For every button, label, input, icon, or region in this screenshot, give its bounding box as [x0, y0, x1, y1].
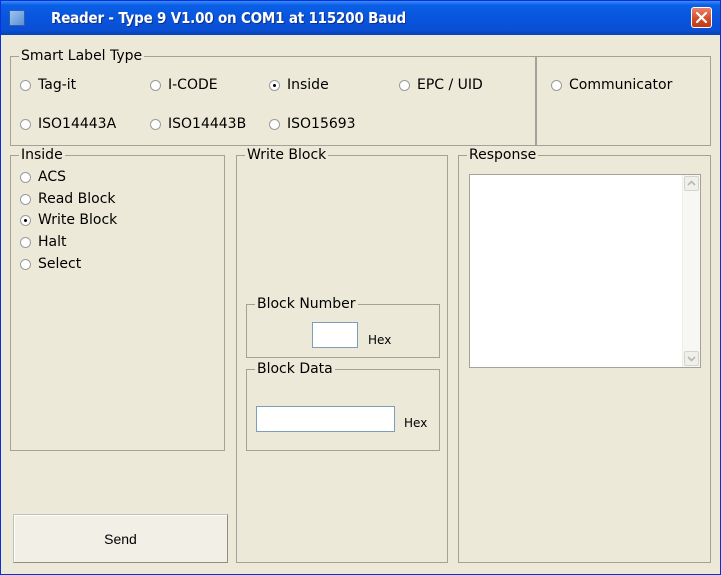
radio-indicator	[20, 236, 31, 248]
radio-iso14443b[interactable]: ISO14443B	[150, 116, 246, 132]
inside-group: Inside ACS Read Block Write Block Halt S…	[10, 147, 225, 451]
chevron-up-icon	[687, 180, 696, 186]
response-legend: Response	[467, 147, 539, 163]
block-data-unit: Hex	[404, 416, 428, 430]
block-data-group: Block Data Hex	[246, 361, 440, 451]
radio-select[interactable]: Select	[20, 256, 81, 272]
radio-read-block[interactable]: Read Block	[20, 191, 116, 207]
radio-indicator	[399, 79, 410, 91]
title-bar[interactable]: Reader - Type 9 V1.00 on COM1 at 115200 …	[1, 1, 720, 35]
radio-label: Select	[38, 256, 82, 272]
radio-epc-uid[interactable]: EPC / UID	[399, 77, 483, 93]
response-group: Response	[458, 147, 711, 563]
radio-indicator	[269, 118, 280, 130]
app-window: Reader - Type 9 V1.00 on COM1 at 115200 …	[0, 0, 721, 575]
radio-indicator	[20, 171, 31, 183]
radio-label: Tag-it	[38, 77, 77, 93]
radio-tag-it[interactable]: Tag-it	[20, 77, 76, 93]
write-block-legend: Write Block	[245, 147, 329, 163]
radio-communicator[interactable]: Communicator	[551, 77, 672, 93]
radio-label: I-CODE	[168, 77, 218, 93]
response-scrollbar[interactable]	[682, 175, 700, 367]
radio-indicator	[150, 118, 161, 130]
smart-label-type-group: Smart Label Type Tag-it I-CODE Inside EP…	[10, 48, 536, 146]
radio-label: Inside	[287, 77, 329, 93]
scroll-up-button[interactable]	[684, 176, 699, 191]
block-data-input[interactable]	[256, 406, 395, 432]
close-icon	[695, 11, 708, 24]
block-number-legend: Block Number	[255, 296, 358, 312]
write-block-group: Write Block Block Number Hex Block Data …	[236, 147, 448, 563]
radio-indicator	[551, 79, 562, 91]
radio-indicator	[150, 79, 161, 91]
block-number-unit: Hex	[368, 333, 392, 347]
inside-legend: Inside	[19, 147, 65, 163]
smart-label-type-legend: Smart Label Type	[19, 48, 145, 64]
chevron-down-icon	[687, 356, 696, 362]
radio-halt[interactable]: Halt	[20, 234, 67, 250]
radio-i-code[interactable]: I-CODE	[150, 77, 218, 93]
radio-label: EPC / UID	[417, 77, 483, 93]
communicator-group: Communicator	[536, 56, 711, 146]
radio-indicator	[20, 258, 31, 270]
client-area: Smart Label Type Tag-it I-CODE Inside EP…	[4, 35, 717, 573]
close-button[interactable]	[691, 7, 712, 28]
radio-indicator	[20, 118, 31, 130]
response-textarea[interactable]	[469, 174, 701, 368]
radio-iso15693[interactable]: ISO15693	[269, 116, 356, 132]
radio-label: ACS	[38, 169, 66, 185]
radio-label: ISO14443B	[168, 116, 247, 132]
block-data-legend: Block Data	[255, 361, 335, 377]
radio-label: Read Block	[38, 191, 116, 207]
scroll-down-button[interactable]	[684, 351, 699, 366]
window-title: Reader - Type 9 V1.00 on COM1 at 115200 …	[51, 9, 406, 27]
radio-write-block[interactable]: Write Block	[20, 212, 117, 228]
send-button[interactable]: Send	[13, 514, 228, 563]
radio-label: Halt	[38, 234, 67, 250]
block-number-input[interactable]	[312, 322, 358, 348]
radio-iso14443a[interactable]: ISO14443A	[20, 116, 116, 132]
radio-indicator	[20, 79, 31, 91]
radio-label: ISO15693	[287, 116, 356, 132]
app-icon	[9, 10, 25, 26]
radio-indicator	[269, 79, 280, 91]
radio-indicator	[20, 193, 31, 205]
radio-label: Write Block	[38, 212, 118, 228]
radio-label: ISO14443A	[38, 116, 117, 132]
radio-inside[interactable]: Inside	[269, 77, 329, 93]
radio-acs[interactable]: ACS	[20, 169, 66, 185]
radio-indicator	[20, 214, 31, 226]
radio-label: Communicator	[569, 77, 673, 93]
block-number-group: Block Number Hex	[246, 296, 440, 358]
